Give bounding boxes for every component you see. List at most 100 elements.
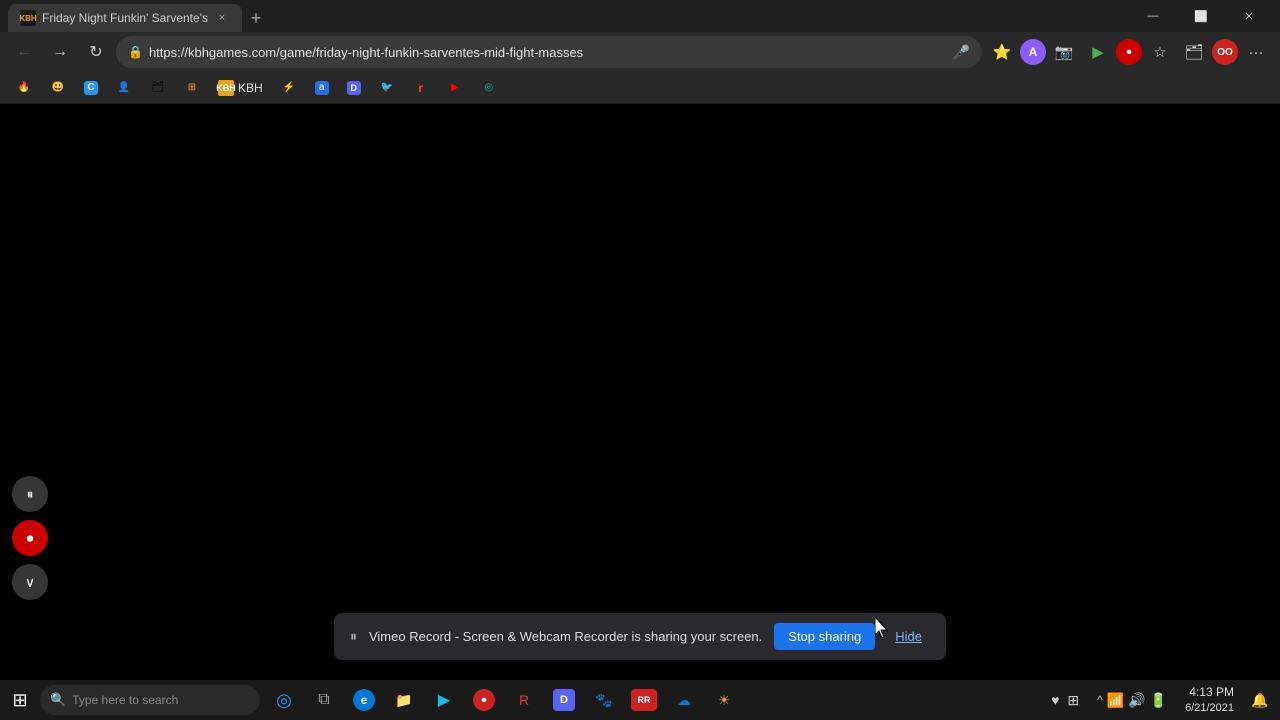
cortana-icon: ◎ xyxy=(272,688,296,712)
collections-icon[interactable]: 🗂 xyxy=(1178,36,1210,68)
address-bar-icons: 🎤 xyxy=(953,44,970,61)
search-icon: 🔍 xyxy=(50,692,66,708)
record-float-button[interactable]: ⏺ xyxy=(12,520,48,556)
battery-icon[interactable]: 🔋 xyxy=(1150,692,1167,709)
taskbar-app-paw[interactable]: 🐾 xyxy=(584,680,624,720)
bookmark-reddit[interactable]: r xyxy=(405,76,437,100)
profile-avatar[interactable]: A xyxy=(1020,39,1046,65)
favorites-icon[interactable]: ⭐ xyxy=(986,36,1018,68)
floating-controls: ⏸ ⏺ ∨ xyxy=(12,476,48,600)
notification-bell: 🔔 xyxy=(1251,692,1268,709)
bookmark-favicon-reddit: r xyxy=(413,80,429,96)
discord-icon: D xyxy=(553,689,575,711)
bookmarks-bar: 🔥 😃 C 👤 🗂 ⊞ KBH KBH ⚡ a D 🐦 xyxy=(0,72,1280,104)
taskbar-app-vimeo[interactable]: ▶ xyxy=(424,680,464,720)
active-tab[interactable]: KBH Friday Night Funkin' Sarvente's × xyxy=(8,4,242,32)
bookmark-favicon-a: a xyxy=(315,81,329,95)
taskbar-clock[interactable]: 4:13 PM 6/21/2021 xyxy=(1177,685,1242,715)
bookmark-favicon-fire: 🔥 xyxy=(16,80,32,96)
bookmark-favicon-twitter: 🐦 xyxy=(379,80,395,96)
minimize-button[interactable]: — xyxy=(1130,0,1176,32)
refresh-button[interactable]: ↻ xyxy=(80,36,112,68)
title-bar: KBH Friday Night Funkin' Sarvente's × + … xyxy=(0,0,1280,32)
expand-button[interactable]: ∨ xyxy=(12,564,48,600)
taskbar-app-discord[interactable]: D xyxy=(544,680,584,720)
title-bar-left: KBH Friday Night Funkin' Sarvente's × + xyxy=(8,0,270,32)
address-bar[interactable]: 🔒 https://kbhgames.com/game/friday-night… xyxy=(116,36,982,68)
browser-chrome: KBH Friday Night Funkin' Sarvente's × + … xyxy=(0,0,1280,104)
tab-favicon: KBH xyxy=(20,10,36,26)
bookmark-favicon-face: 😃 xyxy=(50,80,66,96)
bookmark-face[interactable]: 😃 xyxy=(42,76,74,100)
bookmark-favicon-user: 👤 xyxy=(116,80,132,96)
maximize-button[interactable]: ⬜ xyxy=(1178,0,1224,32)
weather-icon: ☀ xyxy=(712,688,736,712)
pause-button[interactable]: ⏸ xyxy=(12,476,48,512)
taskbar: ⊞ 🔍 Type here to search ◎ ⧉ e 📁 ▶ ⏺ R D xyxy=(0,680,1280,720)
mic-icon[interactable]: 🎤 xyxy=(953,44,970,61)
bookmark-favicon-teal: ◎ xyxy=(481,80,497,96)
bookmark-favicon-youtube: ▶ xyxy=(447,80,463,96)
bookmark-youtube[interactable]: ▶ xyxy=(439,76,471,100)
start-icon: ⊞ xyxy=(12,690,27,711)
tab-title: Friday Night Funkin' Sarvente's xyxy=(42,11,208,25)
bookmark-favicon-lightning: ⚡ xyxy=(281,80,297,96)
window-controls: — ⬜ ✕ xyxy=(1130,0,1272,32)
bookmark-discord[interactable]: D xyxy=(339,76,369,100)
taskbar-apps: ◎ ⧉ e 📁 ▶ ⏺ R D 🐾 RR ☁ xyxy=(264,680,744,720)
sharing-text: Vimeo Record - Screen & Webcam Recorder … xyxy=(369,629,762,644)
tray-chevron[interactable]: ^ xyxy=(1097,693,1103,707)
close-button[interactable]: ✕ xyxy=(1226,0,1272,32)
taskbar-right: ♥ ⊞ ^ 📶 🔊 🔋 4:13 PM 6/21/2021 🔔 xyxy=(1051,680,1280,720)
bookmark-a[interactable]: a xyxy=(307,76,337,100)
taskbar-app-onedrive[interactable]: ☁ xyxy=(664,680,704,720)
navigation-bar: ← → ↻ 🔒 https://kbhgames.com/game/friday… xyxy=(0,32,1280,72)
bookmark-twitter[interactable]: 🐦 xyxy=(371,76,403,100)
stop-sharing-button[interactable]: Stop sharing xyxy=(774,623,875,650)
new-tab-button[interactable]: + xyxy=(242,4,270,32)
bookmark-grid[interactable]: ⊞ xyxy=(176,76,208,100)
lock-icon: 🔒 xyxy=(128,45,143,59)
vimeo-icon: ▶ xyxy=(432,688,456,712)
bookmark-teal[interactable]: ◎ xyxy=(473,76,505,100)
taskbar-app-taskview[interactable]: ⧉ xyxy=(304,680,344,720)
taskbar-app-explorer[interactable]: 📁 xyxy=(384,680,424,720)
bookmark-kbh[interactable]: KBH KBH xyxy=(210,76,271,100)
hide-button[interactable]: Hide xyxy=(887,623,930,650)
edge-icon: e xyxy=(353,689,375,711)
record-button[interactable]: ⏺ xyxy=(1116,39,1142,65)
forward-button[interactable]: → xyxy=(44,36,76,68)
taskbar-app-weather[interactable]: ☀ xyxy=(704,680,744,720)
bookmark-lightning[interactable]: ⚡ xyxy=(273,76,305,100)
bookmark-c[interactable]: C xyxy=(76,76,106,100)
taskbar-app-red[interactable]: ⏺ xyxy=(464,680,504,720)
sound-icon[interactable]: 🔊 xyxy=(1128,692,1145,709)
notification-icon[interactable]: 🔔 xyxy=(1244,684,1276,716)
tab-close-button[interactable]: × xyxy=(214,10,230,26)
paw-icon: 🐾 xyxy=(592,688,616,712)
start-button[interactable]: ⊞ xyxy=(0,680,40,720)
taskbar-app-roblox[interactable]: R xyxy=(504,680,544,720)
more-options-icon[interactable]: ··· xyxy=(1240,36,1272,68)
network-icon[interactable]: 📶 xyxy=(1107,692,1124,709)
add-favorites-icon[interactable]: ☆ xyxy=(1144,36,1176,68)
grid-corner-icon[interactable]: ⊞ xyxy=(1067,692,1079,709)
url-text: https://kbhgames.com/game/friday-night-f… xyxy=(149,45,947,60)
sharing-pause-icon: ⏸ xyxy=(350,628,357,645)
bookmark-fire[interactable]: 🔥 xyxy=(8,76,40,100)
taskbar-app-cortana[interactable]: ◎ xyxy=(264,680,304,720)
browser-camera-icon[interactable]: 📷 xyxy=(1048,36,1080,68)
bookmark-folder[interactable]: 🗂 xyxy=(142,76,174,100)
bookmark-user[interactable]: 👤 xyxy=(108,76,140,100)
extensions-profile-icon[interactable]: OO xyxy=(1212,39,1238,65)
taskbar-app-edge[interactable]: e xyxy=(344,680,384,720)
bookmark-favicon-folder: 🗂 xyxy=(150,80,166,96)
back-button[interactable]: ← xyxy=(8,36,40,68)
heart-icon[interactable]: ♥ xyxy=(1051,692,1059,708)
taskbar-search[interactable]: 🔍 Type here to search xyxy=(40,685,260,715)
taskbar-corner-icons: ♥ ⊞ xyxy=(1051,692,1087,709)
bookmark-favicon-discord: D xyxy=(347,81,361,95)
rr-icon: RR xyxy=(631,689,657,711)
play-icon[interactable]: ▶ xyxy=(1082,36,1114,68)
taskbar-app-rr[interactable]: RR xyxy=(624,680,664,720)
